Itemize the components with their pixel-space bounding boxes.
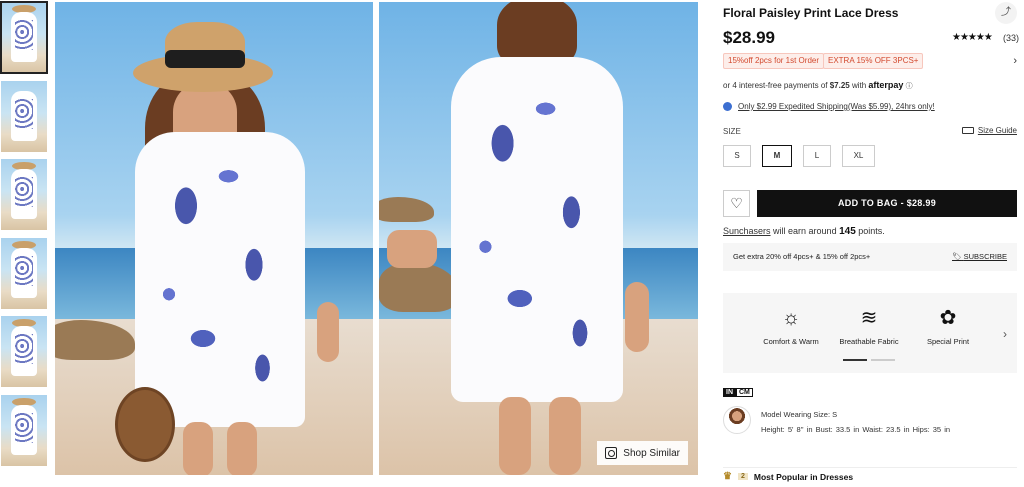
- points-suffix: points.: [855, 226, 885, 236]
- scan-icon: [605, 447, 618, 459]
- crown-icon: ♛: [723, 471, 732, 482]
- popular-text: Most Popular in Dresses: [753, 471, 854, 482]
- model-measurements: Height: 5' 8'' in Bust: 33.5 in Waist: 2…: [761, 425, 951, 434]
- info-icon[interactable]: ⓘ: [906, 83, 913, 90]
- size-option-s[interactable]: S: [723, 145, 751, 167]
- flower-print-icon: ✿: [939, 307, 957, 329]
- unit-in[interactable]: IN: [723, 388, 736, 397]
- feature-comfort[interactable]: ☼ Comfort & Warm: [751, 305, 831, 346]
- size-selector: S M L XL: [723, 145, 875, 167]
- afterpay-with: with: [849, 81, 869, 90]
- unit-cm[interactable]: CM: [736, 388, 753, 397]
- shipping-offer[interactable]: Only $2.99 Expedited Shipping(Was $5.99)…: [723, 102, 935, 111]
- shipping-icon: [723, 102, 732, 111]
- product-price: $28.99: [723, 28, 775, 47]
- afterpay-prefix: or 4 interest-free payments of: [723, 81, 830, 90]
- sunchasers-link[interactable]: Sunchasers: [723, 226, 771, 236]
- model-wearing-size: Model Wearing Size: S: [761, 410, 838, 419]
- rating-stars-icon[interactable]: ★★★★★: [952, 32, 993, 43]
- wishlist-heart-icon[interactable]: ♡: [723, 190, 750, 217]
- thumbnail-4[interactable]: [1, 237, 47, 309]
- promo-badge-extra[interactable]: EXTRA 15% OFF 3PCS+: [823, 53, 924, 69]
- thumbnail-strip: [0, 1, 49, 473]
- share-icon[interactable]: ⤴: [995, 2, 1017, 24]
- thumbnail-3[interactable]: [1, 159, 47, 230]
- afterpay-logo: afterpay: [868, 80, 904, 90]
- thumbnail-1[interactable]: [0, 1, 48, 74]
- size-option-l[interactable]: L: [803, 145, 831, 167]
- size-label: SIZE: [723, 127, 741, 136]
- afterpay-amount: $7.25: [829, 81, 850, 90]
- thumbnail-2[interactable]: [1, 80, 47, 152]
- model-avatar: [723, 406, 751, 434]
- product-image-back[interactable]: Shop Similar: [379, 2, 698, 475]
- shop-similar-label: Shop Similar: [623, 447, 680, 459]
- feature-carousel: ☼ Comfort & Warm ≋ Breathable Fabric ✿ S…: [723, 293, 1017, 373]
- sun-icon: ☼: [781, 307, 801, 329]
- shipping-text: Only $2.99 Expedited Shipping(Was $5.99)…: [738, 102, 935, 111]
- thumbnail-6[interactable]: [1, 394, 47, 466]
- feature-breathable[interactable]: ≋ Breathable Fabric: [829, 305, 909, 346]
- points-text: will earn around: [770, 226, 840, 236]
- size-option-m[interactable]: M: [762, 145, 792, 167]
- feature-label: Breathable Fabric: [839, 337, 899, 346]
- product-info-panel: Floral Paisley Print Lace Dress ⤴ $28.99…: [723, 0, 1019, 487]
- size-guide-link[interactable]: Size Guide: [961, 126, 1017, 135]
- add-to-bag-button[interactable]: ADD TO BAG - $28.99: [757, 190, 1017, 217]
- unit-toggle: IN CM: [723, 388, 753, 397]
- tag-icon: 🏷: [952, 252, 962, 261]
- thumbnail-5[interactable]: [1, 316, 47, 387]
- afterpay-info: or 4 interest-free payments of $7.25 wit…: [723, 80, 913, 91]
- review-count[interactable]: (33): [1003, 33, 1019, 43]
- extra-offer-bar: Get extra 20% off 4pcs+ & 15% off 2pcs+ …: [723, 243, 1017, 271]
- extra-offer-text: Get extra 20% off 4pcs+ & 15% off 2pcs+: [733, 252, 871, 261]
- feature-label: Special Print: [926, 337, 970, 346]
- popular-rank: 2: [737, 473, 748, 480]
- most-popular-bar[interactable]: ♛ 2 Most Popular in Dresses: [723, 467, 1017, 483]
- product-image-front[interactable]: [55, 2, 373, 475]
- shop-similar-button[interactable]: Shop Similar: [597, 441, 688, 465]
- feature-print[interactable]: ✿ Special Print: [908, 305, 988, 346]
- points-info: Sunchasers will earn around 145 points.: [723, 226, 885, 237]
- carousel-indicator: [843, 359, 895, 361]
- product-title: Floral Paisley Print Lace Dress: [723, 6, 899, 20]
- size-guide-label: Size Guide: [977, 126, 1017, 135]
- promo-badge-first-order[interactable]: 15%off 2pcs for 1st Order: [723, 53, 825, 69]
- points-value: 145: [839, 226, 856, 237]
- ruler-icon: [961, 127, 974, 134]
- subscribe-link[interactable]: 🏷 SUBSCRIBE: [952, 243, 1007, 271]
- chevron-right-icon[interactable]: ›: [1013, 55, 1017, 67]
- feature-label: Comfort & Warm: [763, 337, 819, 346]
- subscribe-label: SUBSCRIBE: [963, 252, 1007, 261]
- carousel-next-icon[interactable]: ›: [1003, 327, 1007, 341]
- fabric-icon: ≋: [860, 307, 878, 329]
- size-option-xl[interactable]: XL: [842, 145, 875, 167]
